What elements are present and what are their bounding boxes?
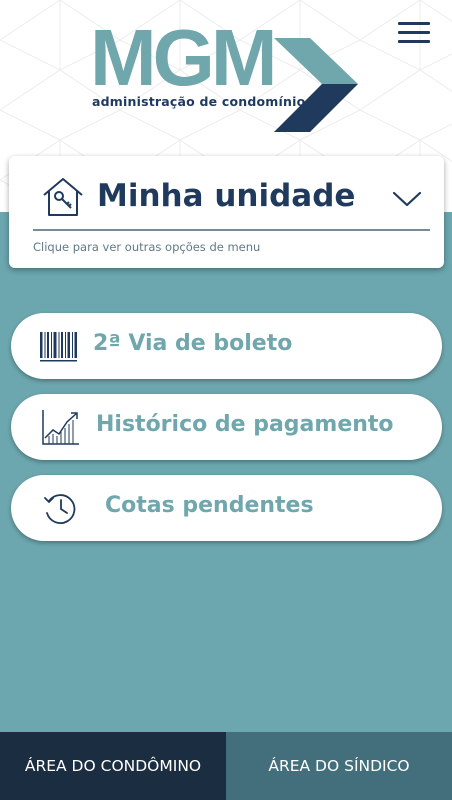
menu-item-label: Histórico de pagamento <box>96 412 394 437</box>
house-key-icon <box>43 178 83 216</box>
growth-chart-icon <box>42 410 79 445</box>
menu-item-boleto[interactable]: 2ª Via de boleto <box>11 313 442 379</box>
logo-tagline: administração de condomínios <box>92 94 314 109</box>
unit-title: Minha unidade <box>97 178 356 214</box>
barcode-icon <box>40 332 77 362</box>
hamburger-menu-icon[interactable] <box>394 18 434 48</box>
logo-chevron-mark <box>274 38 358 132</box>
mgm-logo: MGM administração de condomínios <box>90 18 362 136</box>
chevron-down-icon[interactable] <box>392 190 422 208</box>
bottom-tab-bar: ÁREA DO CONDÔMINO ÁREA DO SÍNDICO <box>0 732 452 800</box>
clock-history-icon <box>44 494 76 524</box>
content-background <box>0 212 452 732</box>
tab-area-sindico[interactable]: ÁREA DO SÍNDICO <box>226 732 452 800</box>
menu-item-historico[interactable]: Histórico de pagamento <box>11 394 442 460</box>
menu-item-label: 2ª Via de boleto <box>93 331 293 356</box>
divider <box>33 229 430 231</box>
tab-area-condomino[interactable]: ÁREA DO CONDÔMINO <box>0 732 226 800</box>
unit-selector[interactable]: Minha unidade Clique para ver outras opç… <box>9 156 444 268</box>
unit-hint: Clique para ver outras opções de menu <box>33 240 261 254</box>
menu-item-cotas[interactable]: Cotas pendentes <box>11 475 442 541</box>
logo-wordmark: MGM <box>90 13 278 102</box>
menu-item-label: Cotas pendentes <box>105 493 314 518</box>
